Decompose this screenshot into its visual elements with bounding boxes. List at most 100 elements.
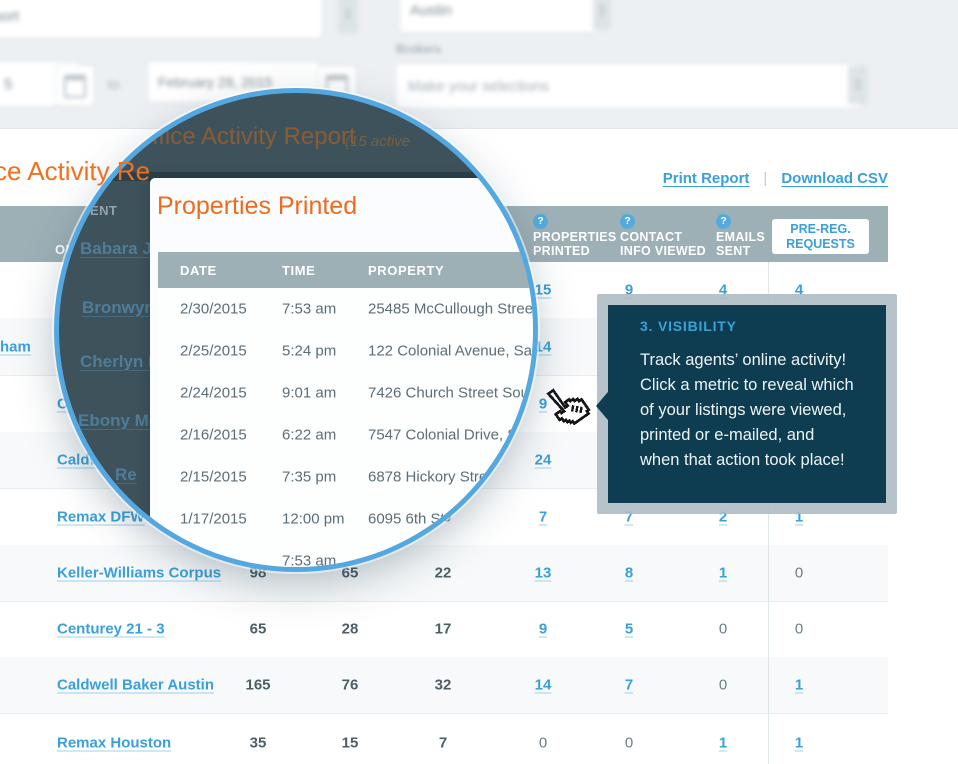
- emails-sent-value: 0: [719, 677, 727, 694]
- magnified-active-agents-count: (15 active: [345, 133, 410, 150]
- agent-office-link[interactable]: Bronwyn: [82, 298, 155, 318]
- popup-property: 7547 Colonial Drive, Sa: [368, 427, 526, 444]
- properties-printed-value[interactable]: 13: [535, 565, 552, 582]
- popup-property: 25485 McCullough Street La: [368, 301, 533, 318]
- metric-value: 65: [342, 565, 359, 582]
- metric-value: 35: [250, 735, 267, 752]
- agent-office-link[interactable]: Cherlyn P: [80, 352, 159, 372]
- date-range-to-label: to: [108, 76, 120, 92]
- agent-office-link[interactable]: Caldwell Baker Austin: [57, 677, 214, 694]
- popup-row: 1/17/2015 12:00 pm 6095 6th St: [158, 498, 533, 541]
- agent-office-link[interactable]: Centurey 21 - 3: [57, 621, 165, 638]
- popup-date: 2/24/2015: [180, 385, 247, 402]
- prereg-requests-value: 0: [795, 565, 803, 582]
- prereg-requests-value[interactable]: 1: [795, 735, 803, 752]
- contact-info-viewed-value[interactable]: 5: [625, 621, 633, 638]
- metric-value: 28: [342, 621, 359, 638]
- prereg-requests-value[interactable]: 1: [795, 677, 803, 694]
- popup-title: Properties Printed: [157, 192, 357, 221]
- download-csv-link[interactable]: Download CSV: [781, 170, 888, 187]
- chevron-down-icon: ▼: [599, 11, 606, 18]
- popup-row: 2/24/2015 9:01 am 7426 Church Street Sou…: [158, 372, 533, 415]
- help-icon[interactable]: ?: [533, 214, 548, 229]
- popup-table-header: DATE TIME PROPERTY: [158, 252, 533, 288]
- col-header-emails-sent: EMAILS SENT: [716, 230, 765, 258]
- agent-office-link[interactable]: Remax Houston: [57, 735, 171, 752]
- metric-value: 32: [435, 677, 452, 694]
- contact-info-viewed-value: 0: [625, 735, 633, 752]
- agent-office-link[interactable]: Keller-Williams Corpus: [57, 565, 221, 582]
- chevron-up-icon: ▲: [855, 78, 862, 85]
- agent-office-link[interactable]: Re: [115, 465, 137, 485]
- chevron-up-icon: ▲: [345, 7, 352, 14]
- contact-info-viewed-value[interactable]: 8: [625, 565, 633, 582]
- popup-date: 2/25/2015: [180, 343, 247, 360]
- metric-value: 76: [342, 677, 359, 694]
- popup-time: 7:35 pm: [282, 469, 336, 486]
- chevron-down-icon: ▼: [855, 85, 862, 92]
- popup-time: 7:53 am: [282, 553, 336, 568]
- metric-value: 15: [342, 735, 359, 752]
- prereg-requests-button[interactable]: PRE-REG. REQUESTS: [772, 219, 869, 254]
- calendar-icon: [326, 75, 348, 98]
- properties-printed-value[interactable]: 24: [535, 452, 552, 469]
- popup-date: 2/15/2015: [180, 469, 247, 486]
- popup-row: 7:53 am: [158, 540, 533, 567]
- calendar-icon: [64, 75, 86, 98]
- link-separator: |: [763, 170, 767, 187]
- popup-time: 6:22 am: [282, 427, 336, 444]
- visibility-tooltip: 3. VISIBILITY Track agents’ online activ…: [597, 294, 897, 514]
- tooltip-text: Track agents’ online activity! Click a m…: [640, 348, 854, 473]
- tooltip-arrow: [596, 386, 613, 426]
- popup-time: 5:24 pm: [282, 343, 336, 360]
- hand-cursor-icon: [540, 382, 594, 443]
- agent-office-link[interactable]: ham: [0, 338, 31, 355]
- metric-value: 165: [245, 677, 270, 694]
- popup-property: 7426 Church Street South: [368, 385, 533, 402]
- popup-col-time: TIME: [282, 263, 315, 278]
- help-icon[interactable]: ?: [716, 214, 731, 229]
- popup-property: 6878 Hickory Stree: [368, 469, 496, 486]
- report-type-stepper[interactable]: ▲▼: [338, 0, 358, 34]
- popup-time: 7:53 am: [282, 301, 336, 318]
- magnified-page-title: ffice Activity Report: [152, 123, 356, 151]
- properties-printed-value[interactable]: 15: [535, 282, 552, 299]
- prereg-requests-value: 0: [795, 621, 803, 638]
- report-type-input[interactable]: Report: [0, 0, 322, 38]
- brokers-stepper[interactable]: ▲▼: [848, 66, 868, 104]
- properties-printed-value[interactable]: 7: [539, 508, 547, 525]
- popup-time: 12:00 pm: [282, 511, 345, 528]
- popup-row: 2/15/2015 7:35 pm 6878 Hickory Stree: [158, 456, 533, 499]
- table-row: Centurey 21 - 3 65 28 17 9 5 0 0: [0, 601, 888, 658]
- metric-value: 17: [435, 621, 452, 638]
- popup-date: 2/16/2015: [180, 427, 247, 444]
- magnified-agent-header: ENT: [90, 203, 118, 218]
- col-header-contact-info-viewed: CONTACT INFO VIEWED: [620, 230, 706, 258]
- brokers-label: Brokers: [396, 42, 441, 56]
- emails-sent-value[interactable]: 1: [719, 565, 727, 582]
- popup-property: 122 Colonial Avenue, San An: [368, 343, 533, 360]
- agent-office-link[interactable]: Ebony Me: [78, 411, 158, 431]
- brokers-select[interactable]: Make your selections: [396, 64, 860, 108]
- print-report-link[interactable]: Print Report: [663, 170, 750, 187]
- properties-printed-value[interactable]: 9: [539, 621, 547, 638]
- contact-info-viewed-value[interactable]: 7: [625, 677, 633, 694]
- popup-row: 2/16/2015 6:22 am 7547 Colonial Drive, S…: [158, 414, 533, 457]
- filter-bar: Report ▲▼ Austin ▲▼ Brokers 5 to Februar…: [0, 0, 958, 129]
- office-activity-report-page: Report ▲▼ Austin ▲▼ Brokers 5 to Februar…: [0, 0, 958, 764]
- city-input[interactable]: Austin: [400, 0, 600, 32]
- table-row: Remax Houston 35 15 7 0 0 1 1: [0, 713, 888, 764]
- properties-printed-value[interactable]: 14: [535, 338, 552, 355]
- properties-printed-value[interactable]: 14: [535, 677, 552, 694]
- table-row: Caldwell Baker Austin 165 76 32 14 7 0 1: [0, 657, 888, 714]
- emails-sent-value[interactable]: 1: [719, 735, 727, 752]
- page-title: Office Activity Report: [0, 156, 150, 187]
- agent-office-link[interactable]: Remax DFW: [57, 508, 145, 525]
- metric-value: 98: [250, 565, 267, 582]
- popup-date: 1/17/2015: [180, 511, 247, 528]
- date-from-calendar-button[interactable]: [56, 66, 94, 106]
- city-stepper[interactable]: ▲▼: [593, 0, 611, 30]
- help-icon[interactable]: ?: [620, 214, 635, 229]
- popup-property: 6095 6th St: [368, 511, 445, 528]
- report-actions: Print Report | Download CSV: [663, 170, 888, 187]
